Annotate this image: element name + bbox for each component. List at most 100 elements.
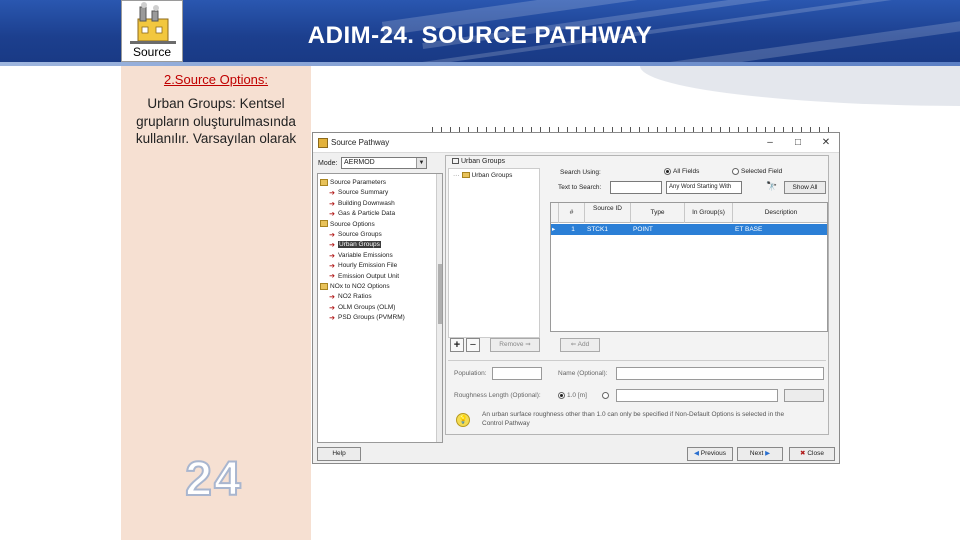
help-button[interactable]: Help [317,447,361,461]
remove-source-button[interactable]: Remove ⇒ [490,338,540,352]
grid-corner [551,203,559,223]
arrow-icon: ➔ [329,273,335,281]
arrow-right-icon: ▶ [763,450,771,457]
arrow-icon: ➔ [329,190,335,198]
binoculars-icon[interactable]: 🔭 [766,181,777,192]
tree-item[interactable]: ➔ Emission Output Unit [328,272,399,282]
text-to-search-label: Text to Search: [558,184,602,191]
add-source-button[interactable]: ⇐ Add [560,338,600,352]
info-note: An urban surface roughness other than 1.… [482,411,785,427]
tree-item[interactable]: Source Options [320,220,375,230]
logo-caption: Source [132,45,172,59]
tree-scrollbar[interactable] [436,174,442,442]
row-num: 1 [571,226,575,233]
source-logo: Source [121,0,183,62]
tree-item-label: Gas & Particle Data [338,210,396,218]
scroll-thumb[interactable] [438,264,442,324]
source-pathway-window: Source Pathway – □ ✕ Mode: AERMOD ▼ Sour… [312,132,840,464]
roughness-input[interactable] [616,389,778,402]
remove-group-button[interactable]: − [466,338,480,352]
list-item[interactable]: ··· Urban Groups [453,172,512,179]
population-label: Population: [454,370,487,377]
search-input[interactable] [610,181,662,194]
tree-item[interactable]: ➔ PSD Groups (PVMRM) [328,313,405,323]
tree-item[interactable]: Source Parameters [320,178,386,188]
arrow-icon: ➔ [329,252,335,260]
tree-item[interactable]: ➔ OLM Groups (OLM) [328,303,395,313]
tree-item[interactable]: ➔ Source Groups [328,230,382,240]
roughness-default-radio[interactable]: 1.0 [m] [558,392,587,399]
groups-list[interactable]: ··· Urban Groups [448,168,540,338]
chevron-down-icon: ▼ [416,158,426,168]
tree-item-label: NOx to NO2 Options [330,283,390,290]
column-header[interactable]: In Group(s) [685,203,733,223]
tree-item-label: Source Summary [338,189,389,197]
row-type: POINT [633,226,653,233]
tree-item-label: OLM Groups (OLM) [338,303,396,311]
slide: Source ADIM-24. SOURCE PATHWAY 2.Source … [0,0,960,540]
next-button[interactable]: Next ▶ [737,447,783,461]
notes-panel: 2.Source Options: Urban Groups: Kentsel … [121,66,311,540]
row-description: ET BASE [735,226,763,233]
add-group-button[interactable]: + [450,338,464,352]
arrow-icon: ➔ [329,242,335,250]
tree-item-label: Variable Emissions [338,251,393,259]
tree-item[interactable]: ➔ Variable Emissions [328,251,393,261]
tree-item[interactable]: ➔ Hourly Emission File [328,261,397,271]
radio-unchecked-icon [602,392,609,399]
tree-item[interactable]: ➔ Source Summary [328,188,388,198]
window-titlebar: Source Pathway – □ ✕ [313,133,839,153]
table-row[interactable]: ▸ 1 STCK1 POINT ET BASE [551,224,827,235]
tree-item-label: Source Options [330,220,375,228]
tree-item-label: Source Groups [338,231,382,238]
radio-selected-field[interactable]: Selected Field [732,168,782,175]
column-header[interactable]: Type [631,203,685,223]
search-using-label: Search Using: [560,169,601,176]
tree-item[interactable]: NOx to NO2 Options [320,282,390,292]
column-header[interactable]: # [559,203,585,223]
maximize-button[interactable]: □ [791,137,805,148]
tree-item[interactable]: ➔ Gas & Particle Data [328,209,395,219]
arrow-left-icon: ◀ [693,450,701,457]
tree-item[interactable]: ➔ Urban Groups [328,240,381,250]
arrow-icon: ➔ [329,231,335,239]
divider [448,360,826,361]
model-select[interactable]: AERMOD ▼ [341,157,427,169]
model-value: AERMOD [344,159,375,166]
tree-item[interactable]: ➔ NO2 Ratios [328,292,372,302]
radio-unchecked-icon [732,168,739,175]
roughness-custom-radio[interactable] [602,392,611,399]
tree-item-label: Emission Output Unit [338,272,400,280]
match-mode-select[interactable]: Any Word Starting With [666,181,742,194]
tree-item-label: NO2 Ratios [338,293,372,301]
tree-item-label: Source Parameters [330,179,386,186]
window-icon [318,138,328,148]
column-header[interactable]: Source ID [585,203,631,223]
close-button[interactable]: ✖ Close [789,447,835,461]
factory-icon [130,2,176,44]
arrow-icon: ➔ [329,314,335,322]
tree-item-label: Building Downwash [338,199,395,207]
arrow-icon: ➔ [329,200,335,208]
sources-grid[interactable]: # Source ID Type In Group(s) Description… [550,202,828,332]
radio-checked-icon [664,168,671,175]
name-input[interactable] [616,367,824,380]
lightbulb-icon: 💡 [456,413,470,427]
folder-icon [461,172,470,179]
folder-icon [320,178,328,186]
roughness-label: Roughness Length (Optional): [454,392,541,399]
column-header[interactable]: Description [733,203,829,223]
roughness-unit-select[interactable] [784,389,824,402]
tree-item[interactable]: ➔ Building Downwash [328,199,395,209]
urban-groups-pane: Urban Groups ··· Urban Groups Search Usin… [445,155,829,435]
section-body: Urban Groups: Kentsel grupların oluşturu… [135,96,297,146]
minimize-button[interactable]: – [763,137,777,148]
previous-button[interactable]: ◀ Previous [687,447,733,461]
pathway-tree[interactable]: Source Parameters ➔ Source Summary ➔ Buildin… [317,173,443,443]
radio-checked-icon [558,392,565,399]
radio-all-fields[interactable]: All Fields [664,168,699,175]
population-input[interactable] [492,367,542,380]
close-window-button[interactable]: ✕ [819,137,833,148]
show-all-button[interactable]: Show All [784,181,826,194]
tree-connector-icon: ··· [453,172,460,179]
